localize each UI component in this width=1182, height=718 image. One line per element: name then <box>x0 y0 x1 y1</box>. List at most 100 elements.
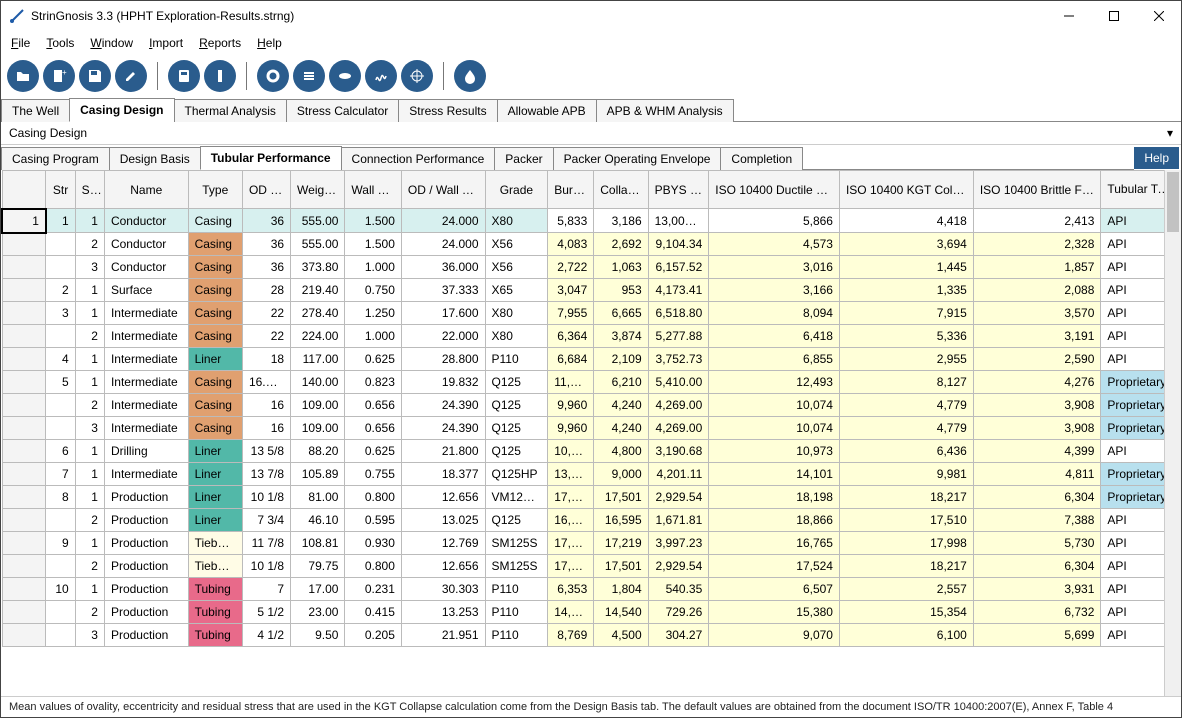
joint-icon[interactable] <box>329 60 361 92</box>
calculator-icon[interactable] <box>168 60 200 92</box>
row-header[interactable] <box>2 463 46 486</box>
spring-icon[interactable] <box>365 60 397 92</box>
menu-window[interactable]: Window <box>84 34 139 52</box>
panel-dropdown-icon[interactable]: ▾ <box>1167 126 1173 140</box>
status-footer: Mean values of ovality, eccentricity and… <box>1 696 1181 717</box>
window-title: StrinGnosis 3.3 (HPHT Exploration-Result… <box>31 9 1046 23</box>
main-tab-the-well[interactable]: The Well <box>1 99 70 122</box>
table-row[interactable]: 2ProductionTubing5 1/223.000.41513.253P1… <box>2 601 1181 624</box>
col-collapse[interactable]: Collapse (psi) <box>594 171 648 209</box>
row-header[interactable] <box>2 417 46 440</box>
row-header[interactable] <box>2 233 46 256</box>
table-row[interactable]: 3ProductionTubing4 1/29.500.20521.951P11… <box>2 624 1181 647</box>
drop-icon[interactable] <box>454 60 486 92</box>
row-header[interactable] <box>2 555 46 578</box>
menu-help[interactable]: Help <box>251 34 288 52</box>
main-tab-allowable-apb[interactable]: Allowable APB <box>497 99 597 122</box>
save-icon[interactable] <box>79 60 111 92</box>
row-header[interactable] <box>2 509 46 532</box>
tubular-icon[interactable] <box>204 60 236 92</box>
table-row[interactable]: 41IntermediateLiner18117.000.62528.800P1… <box>2 348 1181 371</box>
panel-title: Casing Design <box>9 126 87 140</box>
table-row[interactable]: 3ConductorCasing36373.801.00036.000X562,… <box>2 256 1181 279</box>
row-header[interactable] <box>2 348 46 371</box>
toolbar: + <box>1 55 1181 97</box>
col-type[interactable]: Type <box>188 171 242 209</box>
row-header[interactable] <box>2 279 46 302</box>
col-weight[interactable]: Weight (ppf) <box>291 171 345 209</box>
main-tab-stress-results[interactable]: Stress Results <box>398 99 497 122</box>
table-row[interactable]: 2ConductorCasing36555.001.50024.000X564,… <box>2 233 1181 256</box>
tubular-performance-table[interactable]: StrSecNameTypeOD (in)Weight (ppf)Wall Th… <box>1 170 1181 647</box>
ring-icon[interactable] <box>257 60 289 92</box>
help-button[interactable]: Help <box>1134 147 1179 169</box>
main-tab-thermal-analysis[interactable]: Thermal Analysis <box>174 99 287 122</box>
col-str[interactable]: Str <box>46 171 75 209</box>
col-kgt[interactable]: ISO 10400 KGT Collapse Pressure (psi) <box>839 171 973 209</box>
sub-tab-packer-operating-envelope[interactable]: Packer Operating Envelope <box>553 147 722 170</box>
row-header[interactable] <box>2 532 46 555</box>
maximize-button[interactable] <box>1091 1 1136 31</box>
sub-tab-completion[interactable]: Completion <box>720 147 803 170</box>
col-pbys[interactable]: PBYS (klbf) <box>648 171 709 209</box>
new-file-icon[interactable]: + <box>43 60 75 92</box>
row-header[interactable] <box>2 394 46 417</box>
table-row[interactable]: 21SurfaceCasing28219.400.75037.333X653,0… <box>2 279 1181 302</box>
col-burst[interactable]: Burst (psi) <box>548 171 594 209</box>
row-header[interactable] <box>2 440 46 463</box>
col-name[interactable]: Name <box>104 171 188 209</box>
table-row[interactable]: 61DrillingLiner13 5/888.200.62521.800Q12… <box>2 440 1181 463</box>
open-file-icon[interactable] <box>7 60 39 92</box>
close-button[interactable] <box>1136 1 1181 31</box>
col-brittle[interactable]: ISO 10400 Brittle Fracture Pressure (psi… <box>973 171 1101 209</box>
sub-tab-connection-performance[interactable]: Connection Performance <box>341 147 496 170</box>
col-wall[interactable]: Wall Thk (in) <box>345 171 401 209</box>
col-grade[interactable]: Grade <box>485 171 548 209</box>
sub-tab-design-basis[interactable]: Design Basis <box>109 147 201 170</box>
main-tabs: The WellCasing DesignThermal AnalysisStr… <box>1 97 1181 122</box>
row-header[interactable] <box>2 371 46 394</box>
row-header[interactable] <box>2 624 46 647</box>
menu-import[interactable]: Import <box>143 34 189 52</box>
table-row[interactable]: 111ConductorCasing36555.001.50024.000X80… <box>2 209 1181 233</box>
vertical-scrollbar[interactable] <box>1164 170 1181 696</box>
main-tab-casing-design[interactable]: Casing Design <box>69 98 174 122</box>
target-icon[interactable] <box>401 60 433 92</box>
table-row[interactable]: 71IntermediateLiner13 7/8105.890.75518.3… <box>2 463 1181 486</box>
row-header[interactable] <box>2 578 46 601</box>
table-row[interactable]: 51IntermediateCasing16.322140.000.82319.… <box>2 371 1181 394</box>
lines-icon[interactable] <box>293 60 325 92</box>
table-row[interactable]: 81ProductionLiner10 1/881.000.80012.656V… <box>2 486 1181 509</box>
table-row[interactable]: 3IntermediateCasing16109.000.65624.390Q1… <box>2 417 1181 440</box>
menu-tools[interactable]: Tools <box>40 34 80 52</box>
col-rownum[interactable] <box>2 171 46 209</box>
sub-tab-tubular-performance[interactable]: Tubular Performance <box>200 146 342 170</box>
row-header[interactable]: 1 <box>2 209 46 233</box>
minimize-button[interactable] <box>1046 1 1091 31</box>
sub-tab-packer[interactable]: Packer <box>494 147 553 170</box>
col-odwt[interactable]: OD / Wall Thk <box>401 171 485 209</box>
table-row[interactable]: 91ProductionTieback11 7/8108.810.93012.7… <box>2 532 1181 555</box>
table-row[interactable]: 2ProductionLiner7 3/446.100.59513.025Q12… <box>2 509 1181 532</box>
col-sec[interactable]: Sec <box>75 171 104 209</box>
sub-tab-casing-program[interactable]: Casing Program <box>1 147 110 170</box>
title-bar: StrinGnosis 3.3 (HPHT Exploration-Result… <box>1 1 1181 31</box>
row-header[interactable] <box>2 256 46 279</box>
row-header[interactable] <box>2 325 46 348</box>
table-row[interactable]: 101ProductionTubing717.000.23130.303P110… <box>2 578 1181 601</box>
edit-icon[interactable] <box>115 60 147 92</box>
table-row[interactable]: 2ProductionTieback10 1/879.750.80012.656… <box>2 555 1181 578</box>
row-header[interactable] <box>2 302 46 325</box>
table-row[interactable]: 2IntermediateCasing16109.000.65624.390Q1… <box>2 394 1181 417</box>
app-icon <box>9 8 25 24</box>
row-header[interactable] <box>2 601 46 624</box>
menu-file[interactable]: File <box>5 34 36 52</box>
main-tab-apb-whm-analysis[interactable]: APB & WHM Analysis <box>596 99 734 122</box>
row-header[interactable] <box>2 486 46 509</box>
main-tab-stress-calculator[interactable]: Stress Calculator <box>286 99 399 122</box>
col-ductile[interactable]: ISO 10400 Ductile Rupture Pressure (psi) <box>709 171 840 209</box>
table-row[interactable]: 2IntermediateCasing22224.001.00022.000X8… <box>2 325 1181 348</box>
col-od[interactable]: OD (in) <box>242 171 290 209</box>
menu-reports[interactable]: Reports <box>193 34 247 52</box>
table-row[interactable]: 31IntermediateCasing22278.401.25017.600X… <box>2 302 1181 325</box>
